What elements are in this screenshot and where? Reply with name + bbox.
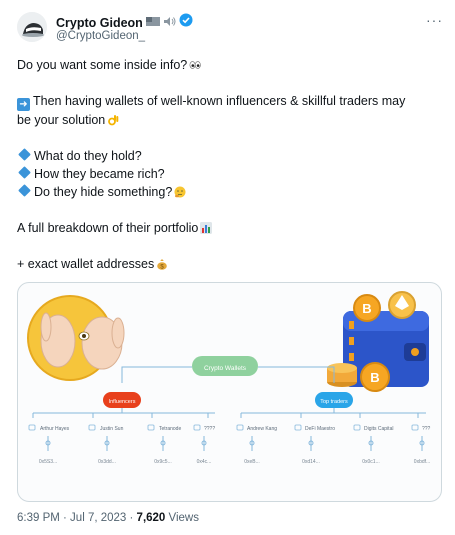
leaf-address: 0x5S3... (39, 459, 57, 465)
chat-icon (28, 424, 36, 431)
tweet-media-image[interactable]: B B Crypto Wallets Influencers Top trade… (17, 282, 442, 502)
leaf-digits-capital: Digits Capital 0x0c1... (353, 424, 393, 465)
chat-icon (236, 424, 244, 431)
money-bag-emoji-icon: $ (156, 257, 168, 270)
svg-text:B: B (370, 370, 379, 385)
leaf-name: Tetranode (159, 426, 181, 432)
thinking-face-emoji-icon (174, 185, 186, 198)
speaker-icon (163, 14, 176, 32)
avatar[interactable] (17, 12, 47, 42)
author-name[interactable]: Crypto Gideon (56, 16, 143, 30)
leaf-justin-sun: Justin Sun 0x3dd... (88, 424, 124, 465)
diamond-bullet-icon (18, 166, 31, 179)
wallet-tree-diagram: B B Crypto Wallets Influencers Top trade… (27, 291, 431, 465)
covering-face-emoji-icon (27, 295, 125, 381)
leaf-name: DeFi Maestro (305, 426, 335, 432)
views-count: 7,620 (136, 512, 166, 524)
tweet: Crypto Gideon @CryptoGideon_ ··· Do you … (0, 0, 455, 535)
root-node-label: Crypto Wallets (204, 365, 247, 372)
chat-icon (353, 424, 361, 431)
leaf-address: 0x4c... (197, 459, 212, 465)
chat-icon (193, 424, 201, 431)
more-horizontal-icon[interactable]: ··· (426, 12, 443, 28)
tweet-line-1: Do you want some inside info? (17, 58, 188, 72)
leaf-name: Digits Capital (364, 426, 393, 432)
leaf-tetranode: Tetranode 0x9c5... (147, 424, 181, 465)
ok-hand-emoji-icon (107, 113, 119, 126)
diamond-bullet-icon (18, 184, 31, 197)
author-handle[interactable]: @CryptoGideon_ (56, 30, 145, 42)
bar-chart-emoji-icon (200, 221, 213, 234)
question-2: How they became rich? (34, 167, 165, 181)
chat-icon (88, 424, 96, 431)
leaf-name: ??? (422, 426, 431, 432)
tweet-meta: 6:39 PM · Jul 7, 2023 · 7,620 Views (17, 512, 199, 524)
influencers-label: Influencers (109, 399, 136, 405)
leaf-address: 0x9c5... (154, 459, 172, 465)
wallet-coins-illustration-icon: B B (327, 291, 429, 392)
left-leaves: Arthur Hayes 0x5S3... Justin Sun 0x3dd..… (28, 424, 215, 465)
leaf-address: 0xd14... (302, 459, 320, 465)
right-arrow-emoji-icon: ➜ (17, 98, 30, 111)
flag-icon (145, 14, 160, 32)
diamond-bullet-icon (18, 148, 31, 161)
leaf-defi-maestro: DeFi Maestro 0xd14... (294, 424, 335, 465)
leaf-address: 0x3dd... (98, 459, 116, 465)
chat-icon (294, 424, 302, 431)
leaf-andrew-kang: Andrew Kang 0xeB... (236, 424, 277, 465)
leaf-name: Justin Sun (100, 426, 124, 432)
eyes-emoji-icon (189, 58, 201, 70)
tweet-line-4: A full breakdown of their portfolio (17, 221, 199, 235)
tweet-line-2a: Then having wallets of well-known influe… (33, 94, 406, 108)
right-leaves: Andrew Kang 0xeB... DeFi Maestro 0xd14..… (236, 424, 431, 465)
leaf-address: 0xbdf... (414, 459, 430, 465)
tweet-line-2b: be your solution (17, 113, 106, 127)
leaf-address: 0x0c1... (362, 459, 380, 465)
tweet-timestamp[interactable]: 6:39 PM · Jul 7, 2023 · (17, 512, 137, 524)
leaf-name: Andrew Kang (247, 426, 277, 432)
leaf-name: ???? (204, 426, 215, 432)
tweet-line-5: + exact wallet addresses (17, 257, 155, 271)
leaf-arthur-hayes: Arthur Hayes 0x5S3... (28, 424, 70, 465)
question-3: Do they hide something? (34, 185, 173, 199)
views-label: Views (165, 512, 199, 524)
tweet-text: Do you want some inside info? ➜ Then havi… (17, 56, 442, 273)
leaf-name: Arthur Hayes (40, 426, 70, 432)
leaf-unknown-left: ???? 0x4c... (193, 424, 215, 465)
question-1: What do they hold? (34, 149, 142, 163)
chat-icon (411, 424, 419, 431)
verified-badge-icon (179, 13, 193, 32)
svg-text:B: B (362, 301, 371, 316)
top-traders-label: Top traders (320, 399, 348, 405)
chat-icon (147, 424, 155, 431)
leaf-unknown-right: ??? 0xbdf... (411, 424, 431, 465)
leaf-address: 0xeB... (244, 459, 260, 465)
